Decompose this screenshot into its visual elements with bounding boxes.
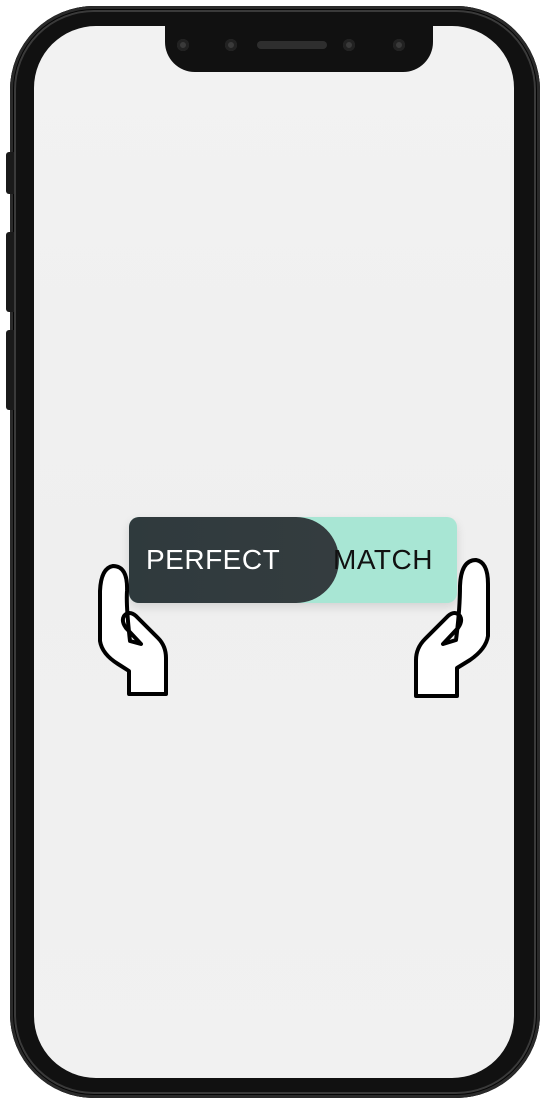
notch (165, 26, 433, 72)
volume-down-button (6, 330, 14, 410)
hand-left-icon (96, 546, 171, 701)
hand-right-icon (412, 554, 492, 707)
volume-up-button (6, 232, 14, 312)
sensor-dot (225, 39, 237, 51)
mute-switch (6, 152, 14, 194)
sensor-dot (393, 39, 405, 51)
sensor-dot (177, 39, 189, 51)
earpiece-speaker (257, 41, 327, 49)
front-camera (343, 39, 355, 51)
perfect-match-badge: PERFECT MATCH (129, 517, 457, 603)
